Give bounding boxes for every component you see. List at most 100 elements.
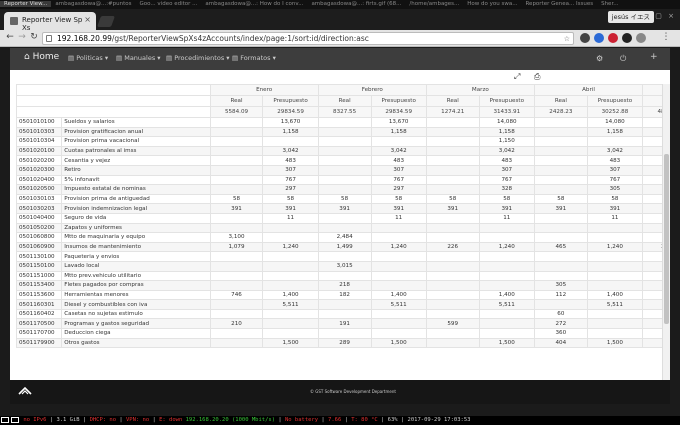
table-row: 0501030103 Provision prima de antiguedad 5… [15,193,670,205]
column-header[interactable]: Presupuesto [478,95,535,107]
table-cell [370,280,427,291]
table-cell [317,136,372,147]
account-name: Mtto prev.vehiculo utilitario [61,270,211,282]
temperature-status: T: 80 °C [351,417,378,423]
nav-procedimientos[interactable]: ▤ Procedimientos ▾ [166,54,230,62]
table-row: 0501010304 Provision prima vacacional 1,15… [15,136,670,147]
table-cell [262,136,319,147]
table-cell [425,184,480,195]
table-cell [586,270,644,282]
nav-manuales[interactable]: ▤ Manuales ▾ [116,54,161,62]
taskbar-item[interactable]: ambagasdowa@...: firts.gif (68... [307,1,405,7]
column-header[interactable]: Presupuesto [370,95,427,107]
table-cell: 767 [478,174,535,186]
account-name: 5% infonavit [61,174,211,186]
workspace-icon[interactable] [11,416,19,423]
table-cell [425,155,480,166]
table-cell: 297 [370,184,427,195]
table-cell: 483 [370,155,427,166]
extension-icon[interactable] [594,33,604,43]
workspace-icon[interactable] [1,416,9,423]
scrollbar-thumb[interactable] [664,154,669,324]
forward-arrow-icon[interactable]: → [16,32,28,42]
table-cell: 483 [262,155,319,166]
table-cell [317,299,372,310]
taskbar-item[interactable]: ambagasdowa@...:#puntos [51,1,135,7]
vpn-status: VPN: no [126,417,150,423]
add-icon[interactable]: + [650,52,658,62]
table-cell: 1,158 [586,126,644,138]
table-cell: 58 [425,193,480,205]
extension-icon[interactable] [580,33,590,43]
taskbar-item[interactable]: /home/ambages... [405,1,463,7]
table-cell [533,145,588,157]
taskbar-item[interactable]: Reporter Genea... Issues [521,1,597,7]
table-row: 0501040400 Seguro de vida 11 11 11 11 [15,212,670,224]
account-code: 0501170700 [15,328,63,339]
extension-icon[interactable] [636,33,646,43]
extension-icon[interactable] [622,33,632,43]
table-cell: 391 [370,203,427,214]
system-statusbar: no IPv6 | 3.1 GiB | DHCP: no | VPN: no |… [0,416,680,425]
bookmark-star-icon[interactable]: ☆ [564,34,570,44]
taskbar-item[interactable]: How do you swa... [463,1,521,7]
nav-formatos[interactable]: ▤ Formatos ▾ [232,54,276,62]
table-cell [317,174,372,186]
report-toolbar: ⤢ ⎙ [10,70,670,84]
table-cell: 1,079 [209,241,264,253]
table-cell [209,164,264,176]
account-code: 0501060800 [15,232,63,243]
column-total: 2428.23 [533,106,588,118]
table-cell [533,117,588,128]
column-header[interactable]: Real [209,95,264,107]
account-code: 0501151000 [15,270,63,282]
table-cell [209,136,264,147]
table-cell: 58 [370,193,427,205]
account-name: Impuesto estatal de nominas [61,184,211,195]
table-cell [370,270,427,282]
browser-tab-strip: Reporter View Sp Xs × jesús イエス — ▢ × [0,9,680,32]
taskbar-item[interactable]: Sher... [597,1,622,7]
table-row: 0501160301 Diesel y combustibles con iva 5… [15,299,670,310]
taskbar-item[interactable]: ambagasdowa@...: How do I conv... [201,1,307,7]
column-total: 5584.09 [209,106,264,118]
new-tab-button[interactable] [96,16,116,27]
back-arrow-icon[interactable]: ← [4,32,16,42]
account-code: 0501010303 [15,126,63,138]
taskbar-item[interactable]: Goo... video editor ... [136,1,202,7]
nav-politicas[interactable]: ▤ Politicas ▾ [68,54,108,62]
column-header[interactable]: Real [425,95,480,107]
table-cell: 3,042 [478,145,535,157]
close-tab-icon[interactable]: × [84,15,91,24]
table-cell [586,136,644,147]
table-cell: 5,511 [478,299,535,310]
taskbar-item[interactable]: Reporter View... [0,1,52,7]
print-icon[interactable]: ⎙ [534,72,540,82]
expand-icon[interactable]: ⤢ [514,72,520,82]
column-header[interactable]: Real [533,95,588,107]
table-cell [370,222,427,234]
column-header[interactable]: Presupuesto [262,95,319,107]
reload-icon[interactable]: ↻ [28,32,40,42]
table-cell: 58 [533,193,588,205]
table-cell [478,222,535,234]
window-controls[interactable]: — ▢ × [642,12,676,20]
extension-icon[interactable] [608,33,618,43]
browser-tab[interactable]: Reporter View Sp Xs × [4,12,96,32]
browser-menu-icon[interactable]: ⋮ [660,32,672,42]
table-cell: 404 [533,337,588,349]
column-header[interactable]: Real [317,95,372,107]
account-code: 0501050200 [15,222,63,234]
home-link[interactable]: ⌂ Home [24,52,59,62]
column-header[interactable]: Presupuesto [586,95,644,107]
account-code: 0501020100 [15,145,63,157]
settings-icon[interactable]: ⚙ [596,54,603,63]
table-row: 0501020300 Retiro 307 307 307 307 [15,164,670,176]
table-cell [478,308,535,320]
power-icon[interactable]: ⏻ [620,54,626,64]
account-code: 0501040400 [15,212,63,224]
footer-copyright: © GST Software Development Department [310,389,396,394]
table-cell: 1,158 [262,126,319,138]
url-input[interactable]: 192.168.20.99/gst/ReporterViewSpXs4zAcco… [42,32,574,45]
vertical-scrollbar[interactable] [662,84,670,380]
